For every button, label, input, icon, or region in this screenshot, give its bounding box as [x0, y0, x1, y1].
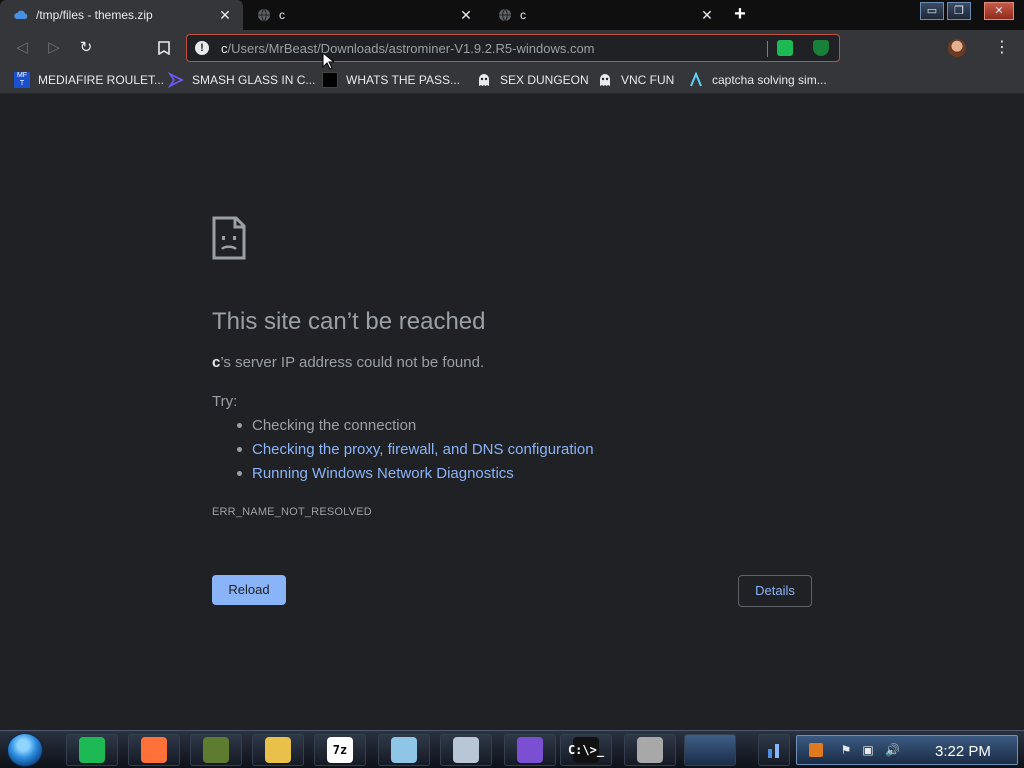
avatar[interactable] — [948, 39, 966, 57]
close-tab-icon[interactable]: ✕ — [217, 7, 233, 23]
address-bar[interactable]: ! c/Users/MrBeast/Downloads/astrominer-V… — [186, 34, 840, 62]
extension-icon[interactable] — [777, 40, 793, 56]
suggestion-check-connection: Checking the connection — [237, 417, 594, 441]
bookmark-label: captcha solving sim... — [712, 73, 827, 87]
taskbar-app-visual-studio[interactable] — [504, 734, 556, 766]
taskbar-app-control-panel[interactable] — [440, 734, 492, 766]
reload-button[interactable]: ↻ — [74, 36, 98, 60]
bookmark-vnc-fun[interactable]: VNC FUN — [597, 71, 674, 89]
suggestion-proxy-link[interactable]: Checking the proxy, firewall, and DNS co… — [237, 441, 594, 465]
lock-icon — [322, 72, 338, 88]
menu-icon[interactable]: ⋮ — [992, 36, 1012, 60]
flag-icon[interactable]: ⚑ — [839, 743, 853, 757]
volume-icon[interactable]: 🔊 — [885, 743, 900, 757]
ghost-icon — [476, 72, 492, 88]
tab-title: /tmp/files - themes.zip — [36, 8, 153, 22]
cmd-icon: C:\>_ — [568, 737, 604, 763]
cloud-icon — [14, 8, 28, 22]
tab-themes-zip[interactable]: /tmp/files - themes.zip ✕ — [0, 0, 243, 30]
lambda-icon — [688, 71, 704, 88]
info-icon[interactable]: ! — [195, 41, 209, 55]
bookmark-label: WHATS THE PASS... — [346, 73, 461, 87]
globe-icon — [498, 8, 512, 22]
firefox-icon — [141, 737, 167, 763]
suggestion-list: Checking the connection Checking the pro… — [237, 417, 594, 489]
taskbar-app-firewall[interactable] — [624, 734, 676, 766]
clock[interactable]: 3:22 PM — [935, 743, 991, 760]
forward-button[interactable]: ▷ — [42, 36, 66, 60]
spotify-icon — [79, 737, 105, 763]
error-description-text: ’s server IP address could not be found. — [220, 354, 485, 371]
taskbar-app-file-explorer[interactable] — [252, 734, 304, 766]
taskbar-app-cmd[interactable]: C:\>_ — [560, 734, 612, 766]
notepad-icon — [391, 737, 417, 763]
bookmark-smash-glass[interactable]: SMASH GLASS IN C... — [167, 71, 316, 89]
visual-studio-icon — [167, 71, 184, 89]
reload-page-button[interactable]: Reload — [212, 575, 286, 605]
restore-button[interactable]: ❐ — [947, 2, 971, 20]
bookmark-mediafire[interactable]: MF T MEDIAFIRE ROULET... — [14, 71, 164, 89]
ghost-icon — [597, 72, 613, 88]
file-explorer-icon — [265, 737, 291, 763]
taskbar-app-minecraft[interactable] — [190, 734, 242, 766]
firewall-icon — [637, 737, 663, 763]
url-path: /Users/MrBeast/Downloads/astrominer-V1.9… — [227, 41, 595, 56]
show-desktop-icon[interactable] — [684, 734, 736, 766]
error-title: This site can’t be reached — [212, 308, 486, 335]
system-tray: ⚑ ▣ 🔊 3:22 PM — [796, 735, 1018, 765]
back-button[interactable]: ◁ — [10, 36, 34, 60]
suggestion-diagnostics-link[interactable]: Running Windows Network Diagnostics — [237, 465, 594, 489]
bookmark-whats-the-pass[interactable]: WHATS THE PASS... — [322, 71, 460, 89]
sad-page-icon — [212, 216, 246, 260]
close-tab-icon[interactable]: ✕ — [458, 7, 474, 23]
bookmark-icon[interactable] — [152, 36, 176, 60]
start-button[interactable] — [7, 733, 43, 767]
taskbar-app-notepad[interactable] — [378, 734, 430, 766]
tab-title: c — [279, 8, 285, 22]
tab-c-1[interactable]: c ✕ — [243, 0, 484, 30]
error-code: ERR_NAME_NOT_RESOLVED — [212, 506, 372, 518]
bookmark-label: VNC FUN — [621, 73, 675, 87]
shield-icon[interactable] — [813, 40, 829, 56]
minimize-button[interactable]: ▭ — [920, 2, 944, 20]
mft-icon: MF T — [14, 72, 30, 88]
new-tab-button[interactable]: + — [730, 4, 750, 25]
taskbar: 7z C:\>_ ⚑ ▣ 🔊 3:22 PM — [0, 730, 1024, 768]
bookmarks-bar: MF T MEDIAFIRE ROULET... SMASH GLASS IN C… — [0, 66, 1024, 94]
visual-studio-icon — [517, 737, 543, 763]
minecraft-icon — [203, 737, 229, 763]
globe-icon — [257, 8, 271, 22]
error-page: This site can’t be reached c’s server IP… — [0, 94, 1024, 730]
bookmark-label: SEX DUNGEON — [500, 73, 589, 87]
control-panel-icon — [453, 737, 479, 763]
taskbar-app-firefox[interactable] — [128, 734, 180, 766]
tab-title: c — [520, 8, 526, 22]
details-button[interactable]: Details — [738, 575, 812, 607]
browser-toolbar: ◁ ▷ ↻ ! c/Users/MrBeast/Downloads/astrom… — [0, 30, 1024, 66]
task-manager-icon[interactable] — [758, 734, 790, 766]
taskbar-app-7zip[interactable]: 7z — [314, 734, 366, 766]
url-text[interactable]: c/Users/MrBeast/Downloads/astrominer-V1.… — [221, 41, 595, 56]
close-tab-icon[interactable]: ✕ — [699, 7, 715, 23]
bookmark-label: MEDIAFIRE ROULET... — [38, 73, 165, 87]
tab-strip: /tmp/files - themes.zip ✕ c ✕ c ✕ + ▭ ❐ … — [0, 0, 1024, 30]
close-window-button[interactable]: ✕ — [984, 2, 1014, 20]
tab-c-2[interactable]: c ✕ — [484, 0, 725, 30]
bookmark-captcha[interactable]: captcha solving sim... — [688, 71, 827, 89]
error-description: c’s server IP address could not be found… — [212, 354, 484, 371]
bookmark-sex-dungeon[interactable]: SEX DUNGEON — [476, 71, 589, 89]
bookmark-label: SMASH GLASS IN C... — [192, 73, 316, 87]
network-icon[interactable]: ▣ — [861, 743, 875, 757]
try-label: Try: — [212, 393, 238, 410]
omnibox-divider — [767, 41, 768, 57]
mouse-cursor-icon — [322, 52, 334, 70]
7zip-icon: 7z — [327, 737, 353, 763]
taskbar-app-spotify[interactable] — [66, 734, 118, 766]
tray-app-icon[interactable] — [809, 743, 823, 757]
